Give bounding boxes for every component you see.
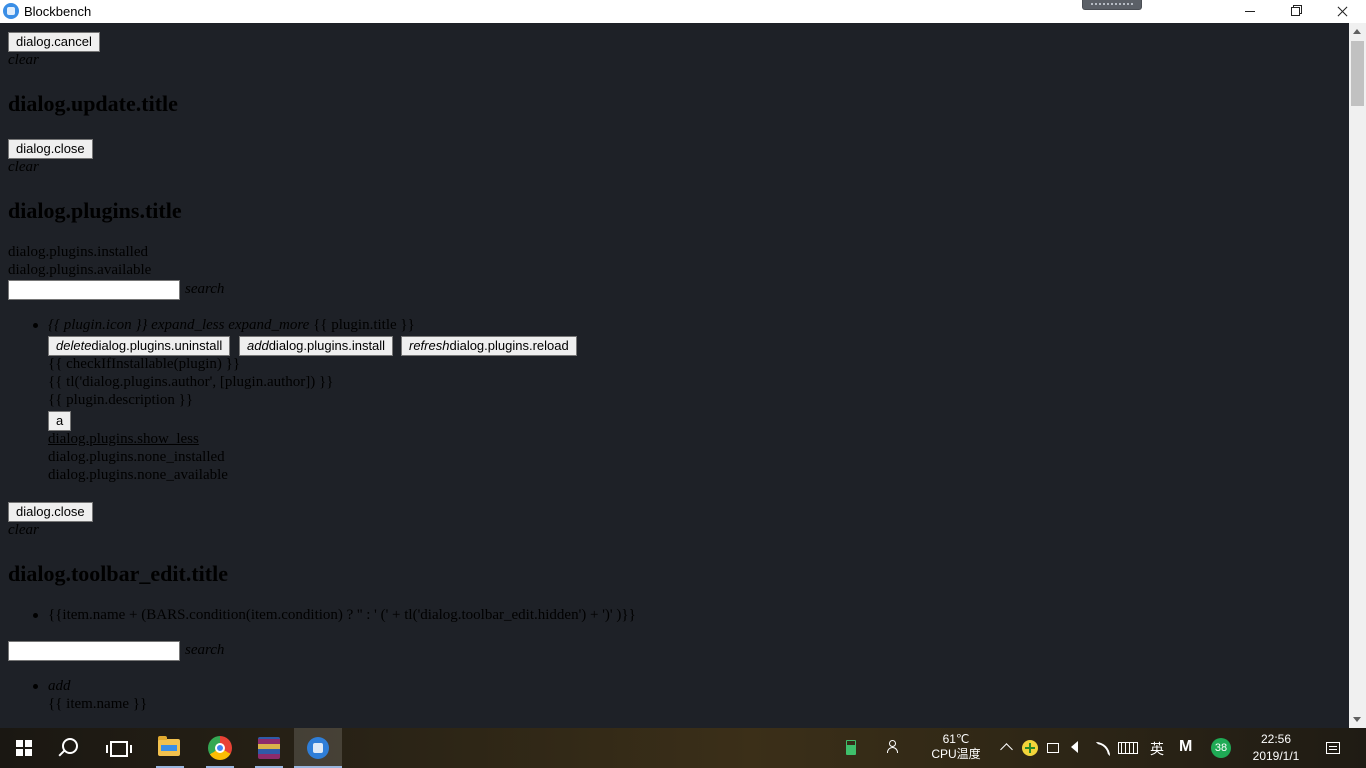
list-bullet <box>33 323 38 328</box>
clock-date: 2019/1/1 <box>1252 749 1300 763</box>
blockbench-app-icon <box>3 3 19 19</box>
search-icon: search <box>185 281 225 297</box>
restore-button[interactable] <box>1273 0 1319 23</box>
vertical-scrollbar[interactable] <box>1349 23 1366 728</box>
scroll-up-arrow-icon[interactable] <box>1353 29 1361 34</box>
system-clock[interactable]: 22:56 2019/1/1 <box>1246 731 1306 765</box>
scrollbar-thumb[interactable] <box>1351 41 1364 106</box>
plugin-a-button[interactable]: a <box>48 411 72 431</box>
window-title: Blockbench <box>24 4 92 19</box>
clear-icon[interactable]: clear <box>8 159 39 176</box>
volume-icon[interactable] <box>1071 741 1078 753</box>
toolbar-item-entry[interactable]: {{item.name + (BARS.condition(item.condi… <box>48 607 636 624</box>
window-drag-handle[interactable] <box>1082 0 1142 10</box>
network-icon[interactable] <box>1096 742 1110 756</box>
add-item-name: {{ item.name }} <box>48 696 148 712</box>
main-content: dialog.cancel clear dialog.update.title … <box>0 23 1349 728</box>
minimize-icon <box>1245 11 1255 12</box>
dialog-close-button[interactable]: dialog.close <box>8 502 93 522</box>
security-app-icon[interactable] <box>1022 740 1038 756</box>
expand-more-icon[interactable]: expand_more <box>228 317 309 333</box>
expand-less-icon[interactable]: expand_less <box>151 317 224 333</box>
system-tray: 61℃ CPU温度 英 M 38 22:56 2019/1/1 <box>0 728 1366 768</box>
restore-icon <box>1291 7 1300 16</box>
add-icon[interactable]: add <box>48 678 71 695</box>
close-window-button[interactable] <box>1319 0 1365 23</box>
cpu-temp-value: 61℃ <box>942 732 970 746</box>
clear-icon[interactable]: clear <box>8 522 39 539</box>
plugin-description: {{ plugin.description }} <box>48 392 194 408</box>
toolbar-edit-title: dialog.toolbar_edit.title <box>8 561 228 586</box>
clock-time: 22:56 <box>1260 732 1292 746</box>
m-app-icon[interactable]: M <box>1179 738 1192 756</box>
scroll-down-arrow-icon[interactable] <box>1353 717 1361 722</box>
plugin-reload-button[interactable]: refreshdialog.plugins.reload <box>401 336 577 356</box>
list-bullet <box>33 613 38 618</box>
delete-icon: delete <box>56 338 92 353</box>
minimize-button[interactable] <box>1227 0 1273 23</box>
search-icon: search <box>185 642 225 658</box>
update-dialog-title: dialog.update.title <box>8 91 178 116</box>
plugin-uninstall-button[interactable]: deletedialog.plugins.uninstall <box>48 336 231 356</box>
battery-monitor-icon[interactable] <box>846 740 856 755</box>
refresh-icon: refresh <box>409 338 450 353</box>
plugins-dialog-title: dialog.plugins.title <box>8 198 182 223</box>
notification-count-badge[interactable]: 38 <box>1211 738 1231 758</box>
plugin-show-less-link[interactable]: dialog.plugins.show_less <box>48 431 199 448</box>
plugin-header[interactable]: {{ plugin.icon }} expand_less expand_mor… <box>48 317 415 334</box>
ime-language-indicator[interactable]: 英 <box>1150 739 1164 759</box>
toolbar-search-input[interactable] <box>8 641 180 661</box>
tab-plugins-available[interactable]: dialog.plugins.available <box>8 262 151 279</box>
plugin-search-input[interactable] <box>8 280 180 300</box>
power-icon[interactable] <box>1047 743 1059 753</box>
people-icon[interactable] <box>887 740 899 754</box>
add-icon: add <box>247 338 269 353</box>
title-bar: Blockbench <box>0 0 1366 23</box>
action-center-icon[interactable] <box>1326 742 1340 754</box>
touch-keyboard-icon[interactable] <box>1118 742 1138 754</box>
dialog-cancel-button[interactable]: dialog.cancel <box>8 32 100 52</box>
tab-plugins-installed[interactable]: dialog.plugins.installed <box>8 244 148 261</box>
show-hidden-icons-chevron-icon[interactable] <box>1000 743 1013 756</box>
plugin-icon: {{ plugin.icon }} <box>48 317 148 333</box>
cpu-temp-label: CPU温度 <box>931 747 981 761</box>
list-bullet <box>33 684 38 689</box>
dialog-close-button[interactable]: dialog.close <box>8 139 93 159</box>
cpu-temperature[interactable]: 61℃ CPU温度 <box>926 732 986 762</box>
clear-icon[interactable]: clear <box>8 52 39 69</box>
none-installed-message: dialog.plugins.none_installed <box>48 449 225 465</box>
none-available-message: dialog.plugins.none_available <box>48 467 228 483</box>
plugin-install-button[interactable]: adddialog.plugins.install <box>239 336 394 356</box>
taskbar: 61℃ CPU温度 英 M 38 22:56 2019/1/1 <box>0 728 1366 768</box>
plugin-installable-status: {{ checkIfInstallable(plugin) }} <box>48 356 241 372</box>
plugin-author: {{ tl('dialog.plugins.author', [plugin.a… <box>48 374 334 390</box>
plugin-title: {{ plugin.title }} <box>313 317 415 333</box>
